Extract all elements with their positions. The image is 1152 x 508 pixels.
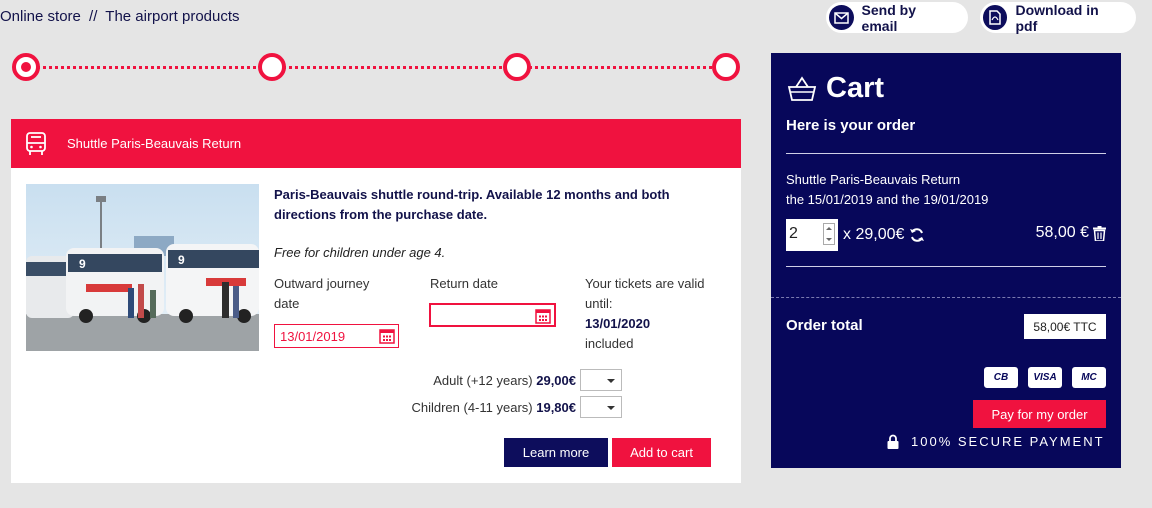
mastercard-icon: MC: [1072, 367, 1106, 388]
outward-date-label: Outward journey date: [274, 276, 370, 311]
validity-label: Your tickets are valid until:: [585, 276, 705, 311]
cart-item: Shuttle Paris-Beauvais Return the 15/01/…: [786, 170, 988, 210]
breadcrumb-root[interactable]: Online store: [0, 8, 81, 25]
child-price-label: Children (4-11 years) 19,80€: [411, 400, 576, 415]
calendar-icon[interactable]: [534, 307, 552, 325]
send-by-email-button[interactable]: Send by email: [826, 1, 968, 34]
secure-payment: 100% SECURE PAYMENT: [887, 434, 1105, 449]
adult-label: Adult (+12 years): [433, 373, 533, 388]
cart-title-text: Cart: [826, 72, 885, 104]
adult-quantity-select[interactable]: [580, 369, 622, 391]
divider: [786, 266, 1106, 267]
children-note: Free for children under age 4.: [274, 245, 446, 260]
payment-cards: CB VISA MC: [984, 367, 1106, 388]
cb-card-icon: CB: [984, 367, 1018, 388]
visa-card-icon: VISA: [1028, 367, 1062, 388]
secure-payment-text: 100% SECURE PAYMENT: [911, 434, 1105, 449]
breadcrumb-current: The airport products: [105, 8, 240, 25]
product-title: Shuttle Paris-Beauvais Return: [67, 136, 242, 151]
cart-line-total: 58,00 €: [1036, 224, 1106, 242]
order-total-label: Order total: [786, 317, 863, 334]
cart-quantity-input[interactable]: 2: [786, 219, 838, 251]
product-card: Shuttle Paris-Beauvais Return 9 9 Paris-…: [11, 119, 741, 483]
download-pdf-label: Download in pdf: [1015, 1, 1099, 34]
cart-item-name: Shuttle Paris-Beauvais Return: [786, 172, 961, 187]
child-quantity-select[interactable]: [580, 396, 622, 418]
breadcrumb-separator: //: [89, 8, 98, 25]
child-price: 19,80€: [536, 400, 576, 415]
product-header: Shuttle Paris-Beauvais Return: [11, 119, 741, 168]
pdf-icon: [983, 5, 1008, 30]
refresh-icon[interactable]: [909, 227, 925, 243]
product-photo: 9 9: [26, 184, 259, 351]
cart-title: Cart: [787, 72, 884, 105]
dashed-divider: [771, 297, 1121, 298]
step-3[interactable]: [503, 53, 531, 81]
add-to-cart-button[interactable]: Add to cart: [612, 438, 711, 467]
cart-item-dates: the 15/01/2019 and the 19/01/2019: [786, 192, 989, 207]
send-by-email-label: Send by email: [861, 1, 917, 34]
cart-line-total-value: 58,00 €: [1035, 224, 1089, 241]
step-2[interactable]: [258, 53, 286, 81]
quantity-spinner[interactable]: [823, 223, 835, 245]
download-pdf-button[interactable]: Download in pdf: [980, 1, 1136, 34]
child-label: Children (4-11 years): [411, 400, 533, 415]
bus-icon: [26, 131, 46, 155]
envelope-icon: [829, 5, 854, 30]
svg-text:9: 9: [178, 253, 185, 267]
basket-icon: [787, 75, 817, 101]
return-date-label: Return date: [430, 276, 498, 291]
outward-date-input[interactable]: 13/01/2019: [274, 324, 399, 348]
adult-price-label: Adult (+12 years) 29,00€: [433, 373, 576, 388]
return-date-input[interactable]: [429, 303, 556, 327]
step-4[interactable]: [712, 53, 740, 81]
cart-unit-price: x 29,00€: [843, 226, 925, 244]
learn-more-button[interactable]: Learn more: [504, 438, 608, 467]
progress-stepper: [12, 52, 744, 82]
adult-price: 29,00€: [536, 373, 576, 388]
lock-icon: [887, 434, 899, 449]
validity-suffix: included: [585, 336, 634, 351]
svg-text:9: 9: [79, 257, 86, 271]
cart-quantity-value: 2: [789, 225, 798, 242]
product-description: Paris-Beauvais shuttle round-trip. Avail…: [274, 187, 670, 222]
cart-subtitle: Here is your order: [786, 117, 916, 134]
trash-icon[interactable]: [1093, 225, 1106, 241]
validity-date: 13/01/2020: [585, 316, 651, 331]
cart-panel: Cart Here is your order Shuttle Paris-Be…: [771, 53, 1121, 468]
calendar-icon[interactable]: [378, 327, 396, 345]
stepper-line: [26, 66, 730, 69]
breadcrumb: Online store // The airport products: [0, 8, 244, 25]
order-total-value: 58,00€ TTC: [1024, 314, 1106, 339]
cart-unit-price-text: x 29,00€: [843, 226, 905, 243]
divider: [786, 153, 1106, 154]
pay-button[interactable]: Pay for my order: [973, 400, 1106, 428]
outward-date-value: 13/01/2019: [280, 328, 346, 344]
step-1[interactable]: [12, 53, 40, 81]
